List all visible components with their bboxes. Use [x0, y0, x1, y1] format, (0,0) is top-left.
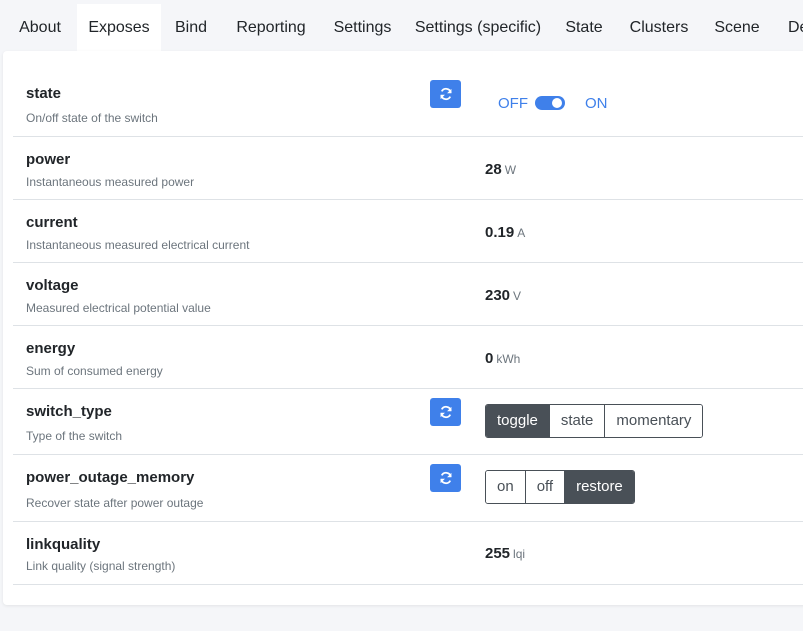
tab-clusters[interactable]: Clusters — [616, 4, 702, 51]
expose-name: power — [26, 151, 71, 168]
expose-name: state — [26, 85, 62, 102]
value-number: 0.19 — [485, 224, 515, 241]
switch-type-option-momentary[interactable]: momentary — [604, 405, 703, 437]
refresh-button[interactable] — [430, 398, 461, 426]
current-value: 0.19 A — [485, 224, 525, 241]
expose-row-voltage: voltage Measured electrical potential va… — [13, 263, 803, 326]
state-on-label: ON — [585, 95, 608, 112]
tab-bind[interactable]: Bind — [161, 4, 221, 51]
expose-description: Instantaneous measured electrical curren… — [26, 238, 250, 252]
expose-name: switch_type — [26, 403, 112, 420]
tab-state[interactable]: State — [552, 4, 616, 51]
expose-description: Sum of consumed energy — [26, 364, 163, 378]
expose-description: Link quality (signal strength) — [26, 559, 176, 573]
power-outage-option-on[interactable]: on — [486, 471, 525, 503]
tab-about[interactable]: About — [0, 4, 80, 51]
power-outage-option-off[interactable]: off — [524, 471, 565, 503]
exposes-panel: state On/off state of the switch OFF ON … — [3, 51, 803, 605]
tab-exposes[interactable]: Exposes — [77, 4, 161, 51]
power-value: 28 W — [485, 161, 516, 178]
switch-type-selector: toggle state momentary — [485, 404, 704, 438]
expose-name: voltage — [26, 277, 79, 294]
state-toggle-switch[interactable] — [535, 96, 565, 110]
tab-settings[interactable]: Settings — [321, 4, 404, 51]
expose-description: Type of the switch — [26, 429, 123, 443]
expose-row-power-outage-memory: power_outage_memory Recover state after … — [13, 455, 803, 522]
switch-type-option-toggle[interactable]: toggle — [486, 405, 549, 437]
expose-row-state: state On/off state of the switch OFF ON — [13, 71, 803, 137]
expose-row-energy: energy Sum of consumed energy 0 kWh — [13, 326, 803, 389]
tab-dev-console[interactable]: De — [772, 4, 803, 51]
value-unit: lqi — [513, 547, 526, 561]
refresh-button[interactable] — [430, 464, 461, 492]
expose-description: Measured electrical potential value — [26, 301, 211, 315]
tab-settings-specific[interactable]: Settings (specific) — [404, 4, 552, 51]
refresh-icon — [439, 87, 452, 101]
tab-reporting[interactable]: Reporting — [221, 4, 321, 51]
expose-name: energy — [26, 340, 76, 357]
expose-row-current: current Instantaneous measured electrica… — [13, 200, 803, 263]
expose-description: Instantaneous measured power — [26, 175, 195, 189]
expose-name: linkquality — [26, 536, 101, 553]
linkquality-value: 255 lqi — [485, 545, 525, 562]
value-unit: A — [517, 226, 526, 240]
expose-row-linkquality: linkquality Link quality (signal strengt… — [13, 522, 803, 585]
toggle-knob — [552, 98, 562, 108]
value-number: 28 — [485, 161, 502, 178]
value-unit: V — [513, 289, 522, 303]
expose-name: current — [26, 214, 78, 231]
state-off-label: OFF — [498, 95, 528, 112]
tab-scene[interactable]: Scene — [702, 4, 772, 51]
refresh-icon — [439, 471, 452, 485]
tab-bar: About Exposes Bind Reporting Settings Se… — [0, 0, 803, 51]
switch-type-option-state[interactable]: state — [548, 405, 605, 437]
expose-description: On/off state of the switch — [26, 111, 158, 125]
expose-row-switch-type: switch_type Type of the switch toggle st… — [13, 389, 803, 455]
value-unit: W — [504, 163, 517, 177]
expose-row-power: power Instantaneous measured power 28 W — [13, 137, 803, 200]
value-number: 230 — [485, 287, 511, 304]
refresh-button[interactable] — [430, 80, 461, 108]
voltage-value: 230 V — [485, 287, 521, 304]
energy-value: 0 kWh — [485, 350, 520, 367]
power-outage-option-restore[interactable]: restore — [564, 471, 634, 503]
value-number: 255 — [485, 545, 511, 562]
expose-name: power_outage_memory — [26, 469, 195, 486]
expose-description: Recover state after power outage — [26, 496, 204, 510]
value-number: 0 — [485, 350, 494, 367]
power-outage-memory-selector: on off restore — [485, 470, 635, 504]
value-unit: kWh — [496, 352, 521, 366]
refresh-icon — [439, 405, 452, 419]
